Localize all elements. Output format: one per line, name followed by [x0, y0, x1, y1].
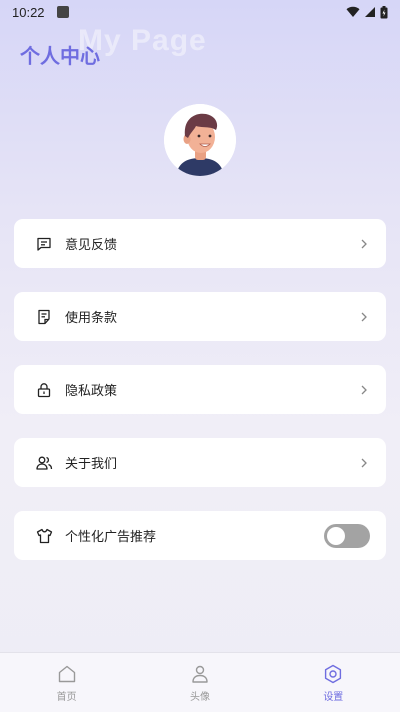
- personalized-ads-toggle[interactable]: [324, 523, 370, 548]
- chevron-right-icon: [358, 238, 370, 250]
- avatar-illustration: [164, 104, 236, 176]
- menu-item-label: 使用条款: [65, 311, 118, 326]
- nav-item-home[interactable]: 首页: [0, 653, 133, 712]
- nav-label-settings: 设置: [323, 692, 344, 703]
- nav-label-home: 首页: [56, 692, 77, 703]
- nav-item-settings[interactable]: 设置: [267, 653, 400, 712]
- lock-icon: [35, 381, 53, 399]
- tshirt-icon: [35, 527, 53, 545]
- home-icon: [58, 665, 75, 683]
- status-indicators: [346, 5, 388, 19]
- menu-item-label: 关于我们: [65, 457, 118, 472]
- person-icon: [192, 665, 208, 683]
- page-title: 个人中心: [20, 44, 100, 68]
- feedback-icon: [35, 235, 53, 253]
- menu-item-label: 个性化广告推荐: [65, 530, 157, 545]
- document-icon: [35, 308, 53, 326]
- wifi-icon: [346, 6, 360, 18]
- signal-icon: [365, 7, 375, 17]
- chevron-right-icon: [358, 457, 370, 469]
- status-bar: 10:22: [0, 0, 400, 24]
- menu-item-terms[interactable]: 使用条款: [14, 292, 386, 341]
- settings-icon: [325, 664, 342, 684]
- user-avatar[interactable]: [164, 104, 236, 176]
- menu-item-label: 隐私政策: [65, 384, 118, 399]
- menu-item-feedback[interactable]: 意见反馈: [14, 219, 386, 268]
- nav-label-avatar: 头像: [189, 692, 210, 703]
- page-header: My Page 个人中心: [20, 24, 380, 76]
- menu-item-privacy[interactable]: 隐私政策: [14, 365, 386, 414]
- toggle-knob: [327, 526, 345, 545]
- menu-item-label: 意见反馈: [65, 238, 118, 253]
- chevron-right-icon: [358, 311, 370, 323]
- battery-icon: [380, 5, 388, 18]
- menu-item-personalized-ads: 个性化广告推荐: [14, 511, 386, 560]
- app-notification-icon: [56, 6, 69, 18]
- users-icon: [35, 454, 53, 472]
- menu-item-about[interactable]: 关于我们: [14, 438, 386, 487]
- status-time: 10:22: [12, 4, 45, 20]
- bottom-nav: 首页 头像 设置: [0, 652, 400, 712]
- chevron-right-icon: [358, 384, 370, 396]
- nav-item-avatar[interactable]: 头像: [133, 653, 266, 712]
